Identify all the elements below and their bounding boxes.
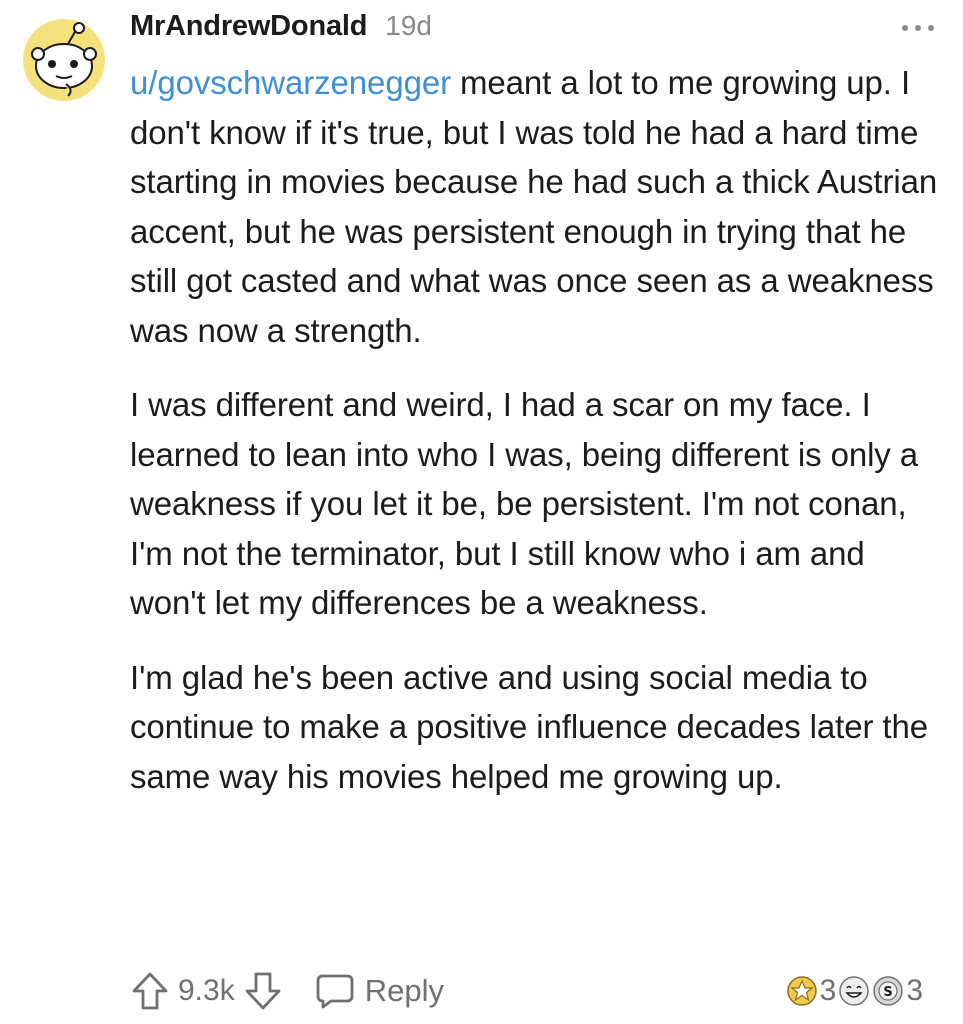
- comment-header: MrAndrewDonald 19d: [130, 10, 432, 50]
- more-options-button[interactable]: [899, 18, 937, 38]
- reply-label: Reply: [364, 973, 444, 1008]
- reply-button[interactable]: Reply: [315, 972, 444, 1010]
- helpful-award-icon: [786, 975, 818, 1007]
- username[interactable]: MrAndrewDonald: [130, 10, 367, 43]
- comment-paragraph-1: u/govschwarzenegger meant a lot to me gr…: [130, 58, 940, 355]
- avatar[interactable]: [22, 18, 106, 102]
- awards-summary[interactable]: 3 S 3: [786, 970, 925, 1012]
- snoo-avatar-icon: [23, 19, 105, 101]
- comment-paragraph-2: I was different and weird, I had a scar …: [130, 386, 919, 621]
- comment-paragraph-3: I'm glad he's been active and using soci…: [130, 658, 929, 795]
- laughing-face-award-icon: [838, 975, 870, 1007]
- silver-coin-award-icon: S: [872, 975, 904, 1007]
- comment-actions: 9.3k Reply: [130, 966, 444, 1016]
- comment-body: u/govschwarzenegger meant a lot to me gr…: [130, 58, 940, 826]
- svg-text:S: S: [884, 985, 893, 1000]
- downvote-arrow-icon: [245, 972, 281, 1010]
- award-count-1: 3: [819, 974, 837, 1007]
- chat-bubble-icon: [316, 974, 354, 1009]
- user-mention-link[interactable]: u/govschwarzenegger: [130, 64, 451, 101]
- more-horizontal-icon: [902, 25, 934, 31]
- downvote-button[interactable]: [243, 969, 283, 1013]
- vote-score: 9.3k: [178, 974, 235, 1007]
- upvote-button[interactable]: [130, 969, 170, 1013]
- award-count-3: 3: [906, 974, 923, 1007]
- comment-age: 19d: [385, 10, 432, 41]
- paragraph-text: meant a lot to me growing up. I don't kn…: [130, 64, 938, 349]
- upvote-arrow-icon: [132, 972, 168, 1010]
